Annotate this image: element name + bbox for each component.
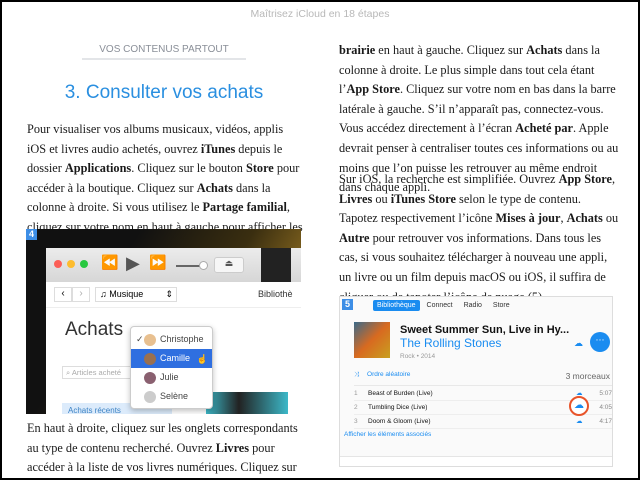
track-number: 1 [354,390,358,397]
purchases-search[interactable]: ⌕ Articles acheté [62,366,132,379]
shuffle-icon[interactable]: ⤨ [354,371,359,378]
bold-term: Acheté par [515,121,573,136]
artist-name[interactable]: The Rolling Stones [400,336,501,350]
show-related-link[interactable]: Afficher les éléments associés [344,431,431,438]
itunes-window: ⏪ ▶ ⏩ ⏏ ‹ › ♫ Musique ⇕ Bibliothè Achats … [46,248,301,414]
close-icon[interactable] [54,260,62,268]
avatar [144,371,156,384]
track-number: 3 [354,418,358,425]
cloud-download-icon[interactable]: ☁ [569,396,589,416]
library-link[interactable]: Bibliothè [258,289,293,299]
bold-term: App Store [558,172,612,186]
play-icon[interactable]: ▶ [126,253,140,274]
shuffle-row: ⤨ Ordre aléatoire 3 morceaux [354,371,612,386]
purchases-heading: Achats [65,319,124,340]
member-name: Julie [160,372,179,382]
figure-5-music-app: 5 Bibliothèque Connect Radio Store Sweet Su… [339,296,613,467]
text-run: Sur iOS, la recherche est simplifiée. Ou… [339,172,559,186]
more-button[interactable]: ··· [590,332,610,352]
bold-term: brairie [339,43,376,57]
bold-term: Partage familial [202,200,287,215]
bold-term: App Store [346,82,400,97]
shuffle-button[interactable]: Ordre aléatoire [367,371,410,378]
avatar [144,333,156,346]
search-placeholder: Articles acheté [71,368,122,377]
ebook-page: Maîtrisez iCloud en 18 étapes VOS CONTEN… [2,2,638,478]
text-run: ou [602,211,619,226]
tab-bar: Bibliothèque Connect Radio Store [373,300,514,311]
cloud-download-icon[interactable]: ☁ [576,415,583,428]
bold-term: Mises à jour [495,211,561,226]
zoom-icon[interactable] [80,260,88,268]
track-row[interactable]: 3 Doom & Gloom (Live) ☁ 4:17 [354,415,612,429]
figure-4-itunes: 4 ⏪ ▶ ⏩ ⏏ ‹ › ♫ Musique ⇕ Bibliothè Achat… [26,229,301,414]
forward-icon[interactable]: ⏩ [149,255,166,272]
back-button[interactable]: ‹ [54,287,72,302]
track-duration: 5:07 [599,390,612,397]
rewind-icon[interactable]: ⏪ [101,255,118,272]
bold-term: iTunes Store [390,191,456,206]
volume-slider[interactable] [176,261,208,270]
figure-number: 5 [342,299,353,310]
track-number: 2 [354,404,358,411]
bold-term: Achats [196,180,233,195]
figure-number: 4 [26,229,37,240]
bold-term: Store [245,161,274,176]
family-member-item[interactable]: Camille ☝ [131,349,212,368]
itunes-toolbar: ⏪ ▶ ⏩ ⏏ [46,248,301,282]
family-member-item[interactable]: Julie [131,368,212,387]
track-title: Tumbling Dice (Live) [368,404,428,411]
album-artwork [261,248,291,282]
track-title: Doom & Gloom (Live) [368,418,431,425]
text-run: , [611,172,616,186]
pointer-cursor-icon: ☝ [196,354,208,364]
artwork-thumbnail [206,392,288,414]
track-title: Beast of Burden (Live) [368,390,433,397]
text-run: ou [372,191,391,206]
cloud-download-icon[interactable]: ☁ [574,338,583,349]
track-duration: 4:05 [599,404,612,411]
track-row[interactable]: 2 Tumbling Dice (Live) ☁ 4:05 [354,396,612,416]
album-meta: Rock • 2014 [400,353,436,360]
media-selector[interactable]: ♫ Musique ⇕ [95,287,177,302]
airplay-icon[interactable]: ⏏ [214,257,244,273]
avatar [144,390,156,403]
media-selector-label: Musique [109,289,144,299]
checkmark-icon: ✓ [136,334,144,344]
bold-term: Livres [339,191,373,206]
family-member-item[interactable]: ✓ Christophe [131,330,212,349]
tab-bibliothèque[interactable]: Bibliothèque [373,300,420,311]
navigation-bar: ‹ › ♫ Musique ⇕ Bibliothè [46,282,301,308]
bold-term: Achats [566,211,603,226]
member-name: Camille [160,353,191,363]
bold-term: Achats [526,43,563,57]
family-member-menu: ✓ Christophe Camille ☝ Julie Selène [130,326,213,409]
text-run: pour retrouver vos informations. Dans to… [339,230,608,304]
left-paragraph-2: En haut à droite, cliquez sur les onglet… [27,419,305,478]
family-member-item[interactable]: Selène [131,387,212,406]
section-kicker: VOS CONTENUS PARTOUT [82,44,246,60]
bottom-bar [340,456,612,466]
member-name: Christophe [160,334,204,344]
right-paragraph-2: Sur iOS, la recherche est simplifiée. Ou… [339,170,621,307]
bold-term: iTunes [200,141,236,156]
minimize-icon[interactable] [67,260,75,268]
track-duration: 4:17 [599,418,612,425]
bold-term: Autre [339,230,370,245]
album-cover [354,322,390,358]
bold-term: Applications [64,161,132,176]
album-title: Sweet Summer Sun, Live in Hy... [400,324,570,336]
text-run: . Cliquez sur le bouton [131,161,246,176]
text-run: en haut à gauche. Cliquez sur [375,43,527,57]
section-title: 3. Consulter vos achats [64,82,264,103]
book-title: Maîtrisez iCloud en 18 étapes [250,8,390,20]
tab-radio[interactable]: Radio [460,300,486,311]
avatar [144,352,156,365]
forward-button[interactable]: › [72,287,90,302]
member-name: Selène [160,391,189,401]
bold-term: Livres [215,440,250,455]
tab-connect[interactable]: Connect [423,300,457,311]
track-count: 3 morceaux [565,371,610,381]
tab-store[interactable]: Store [489,300,514,311]
